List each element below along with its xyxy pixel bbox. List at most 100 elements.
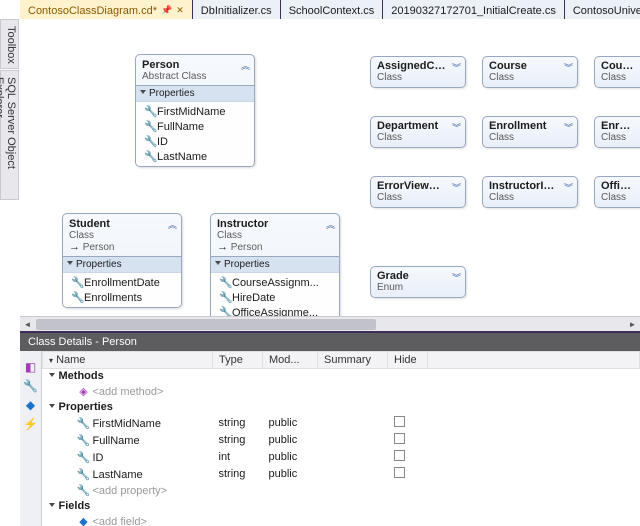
tab-label: ContosoUniversity.csproj [573, 5, 640, 17]
chevron-down-icon[interactable]: ︾ [564, 61, 573, 74]
class-box-mini[interactable]: GradeEnum︾ [370, 266, 466, 298]
wrench-icon: 🔧 [144, 135, 154, 148]
chevron-down-icon[interactable]: ︾ [564, 181, 573, 194]
panel-title: Class Details - Person [20, 333, 640, 351]
tab-migration-initialcreate[interactable]: 20190327172701_InitialCreate.cs [383, 0, 564, 19]
tab-schoolcontext[interactable]: SchoolContext.cs [281, 0, 383, 19]
toolbar-field-icon[interactable]: ◆ [20, 398, 41, 412]
tab-label: DbInitializer.cs [201, 5, 272, 17]
class-box-mini[interactable]: CourseClass︾ [482, 56, 578, 88]
hide-checkbox[interactable] [394, 433, 405, 444]
wrench-icon: 🔧 [71, 276, 81, 289]
class-box-mini[interactable]: ErrorViewModelClass︾ [370, 176, 466, 208]
class-box-person[interactable]: Person Abstract Class ︽ Properties 🔧Firs… [135, 54, 255, 167]
property-row[interactable]: 🔧LastNamestringpublic [43, 466, 640, 483]
wrench-icon: 🔧 [71, 291, 81, 304]
class-name: Student [69, 218, 175, 230]
chevron-down-icon[interactable]: ︾ [452, 61, 461, 74]
column-header-name[interactable]: ▾ Name [43, 352, 213, 369]
column-header-summary[interactable]: Summary [318, 352, 388, 369]
class-box-mini[interactable]: InstructorIndex...Class︾ [482, 176, 578, 208]
tab-dbinitializer[interactable]: DbInitializer.cs [193, 0, 280, 19]
chevron-down-icon[interactable]: ︾ [452, 121, 461, 134]
class-box-mini[interactable]: AssignedCourse...Class︾ [370, 56, 466, 88]
add-property-placeholder[interactable]: 🔧<add property> [43, 483, 213, 499]
wrench-icon: 🔧 [144, 150, 154, 163]
document-tabstrip: ContosoClassDiagram.cd* 📌 ✕ DbInitialize… [20, 0, 640, 19]
class-kind: Class [217, 230, 333, 241]
property-row[interactable]: 🔧IDintpublic [43, 449, 640, 466]
hide-checkbox[interactable] [394, 467, 405, 478]
column-header-type[interactable]: Type [213, 352, 263, 369]
wrench-icon: 🔧 [219, 276, 229, 289]
property-item[interactable]: 🔧FullName [136, 119, 254, 134]
class-diagram-canvas[interactable]: Person Abstract Class ︽ Properties 🔧Firs… [20, 19, 640, 331]
hide-checkbox[interactable] [394, 450, 405, 461]
group-properties[interactable]: Properties [43, 400, 640, 415]
arrow-icon: → [69, 241, 80, 253]
class-kind: Class [69, 230, 175, 241]
pin-icon[interactable]: 📌 [161, 5, 172, 16]
chevron-down-icon[interactable]: ︾ [452, 271, 461, 284]
add-method-placeholder[interactable]: ◈<add method> [43, 384, 213, 400]
class-box-mini[interactable]: DepartmentClass︾ [370, 116, 466, 148]
toolbar-method-icon[interactable]: ◧ [20, 360, 41, 374]
chevron-down-icon[interactable]: ︾ [564, 121, 573, 134]
class-name: Person [142, 59, 248, 71]
section-header-properties[interactable]: Properties [63, 257, 181, 273]
wrench-icon: 🔧 [77, 417, 91, 430]
toolbox-side-tab[interactable]: Toolbox [0, 19, 19, 69]
toolbar-event-icon[interactable]: ⚡ [20, 417, 41, 431]
group-methods[interactable]: Methods [43, 369, 640, 384]
property-list: 🔧EnrollmentDate 🔧Enrollments [63, 273, 181, 307]
property-list: 🔧FirstMidName 🔧FullName 🔧ID 🔧LastName [136, 102, 254, 166]
column-header-hide[interactable]: Hide [388, 352, 428, 369]
wrench-icon: 🔧 [77, 434, 91, 447]
property-item[interactable]: 🔧LastName [136, 149, 254, 164]
wrench-icon: 🔧 [219, 291, 229, 304]
class-box-mini[interactable]: EnrollmentClass︾ [482, 116, 578, 148]
add-field-placeholder[interactable]: ◆<add field> [43, 514, 213, 526]
method-icon: ◈ [77, 385, 91, 398]
close-icon[interactable]: ✕ [176, 5, 184, 16]
group-fields[interactable]: Fields [43, 499, 640, 514]
class-details-panel: Class Details - Person ◧ 🔧 ◆ ⚡ ▾ Name Ty… [20, 331, 640, 526]
tab-contoso-class-diagram[interactable]: ContosoClassDiagram.cd* 📌 ✕ [20, 0, 192, 19]
class-box-mini[interactable]: OfficeAssClass [594, 176, 640, 208]
wrench-icon: 🔧 [144, 120, 154, 133]
sql-object-explorer-side-tab[interactable]: SQL Server Object Explorer [0, 70, 19, 200]
class-box-mini[interactable]: CourseAsClass [594, 56, 640, 88]
property-item[interactable]: 🔧FirstMidName [136, 104, 254, 119]
column-header-modifier[interactable]: Mod... [263, 352, 318, 369]
class-box-student[interactable]: Student Class → Person ︽ Properties 🔧Enr… [62, 213, 182, 308]
property-row[interactable]: 🔧FirstMidNamestringpublic [43, 415, 640, 432]
wrench-icon: 🔧 [144, 105, 154, 118]
class-inherits: → Person [217, 241, 333, 253]
horizontal-scrollbar[interactable]: ◄ ► [20, 316, 640, 331]
wrench-icon: 🔧 [77, 468, 91, 481]
tab-label: SchoolContext.cs [289, 5, 375, 17]
field-icon: ◆ [77, 515, 91, 526]
class-inherits: → Person [69, 241, 175, 253]
toolbar-property-icon[interactable]: 🔧 [20, 379, 41, 393]
property-item[interactable]: 🔧CourseAssignm... [211, 275, 339, 290]
class-box-instructor[interactable]: Instructor Class → Person ︽ Properties 🔧… [210, 213, 340, 323]
scroll-right-icon[interactable]: ► [625, 317, 640, 332]
chevron-up-icon[interactable]: ︽ [326, 218, 335, 231]
scroll-left-icon[interactable]: ◄ [20, 317, 35, 332]
property-item[interactable]: 🔧ID [136, 134, 254, 149]
chevron-down-icon[interactable]: ︾ [452, 181, 461, 194]
property-item[interactable]: 🔧HireDate [211, 290, 339, 305]
property-item[interactable]: 🔧EnrollmentDate [63, 275, 181, 290]
property-item[interactable]: 🔧Enrollments [63, 290, 181, 305]
class-box-mini[interactable]: EnrollmeClass [594, 116, 640, 148]
class-details-grid[interactable]: ▾ Name Type Mod... Summary Hide Methods … [42, 351, 640, 526]
scrollbar-thumb[interactable] [36, 319, 376, 330]
section-header-properties[interactable]: Properties [211, 257, 339, 273]
hide-checkbox[interactable] [394, 416, 405, 427]
property-row[interactable]: 🔧FullNamestringpublic [43, 432, 640, 449]
section-header-properties[interactable]: Properties [136, 86, 254, 102]
tab-csproj[interactable]: ContosoUniversity.csproj [565, 0, 640, 19]
chevron-up-icon[interactable]: ︽ [168, 218, 177, 231]
chevron-up-icon[interactable]: ︽ [241, 59, 250, 72]
